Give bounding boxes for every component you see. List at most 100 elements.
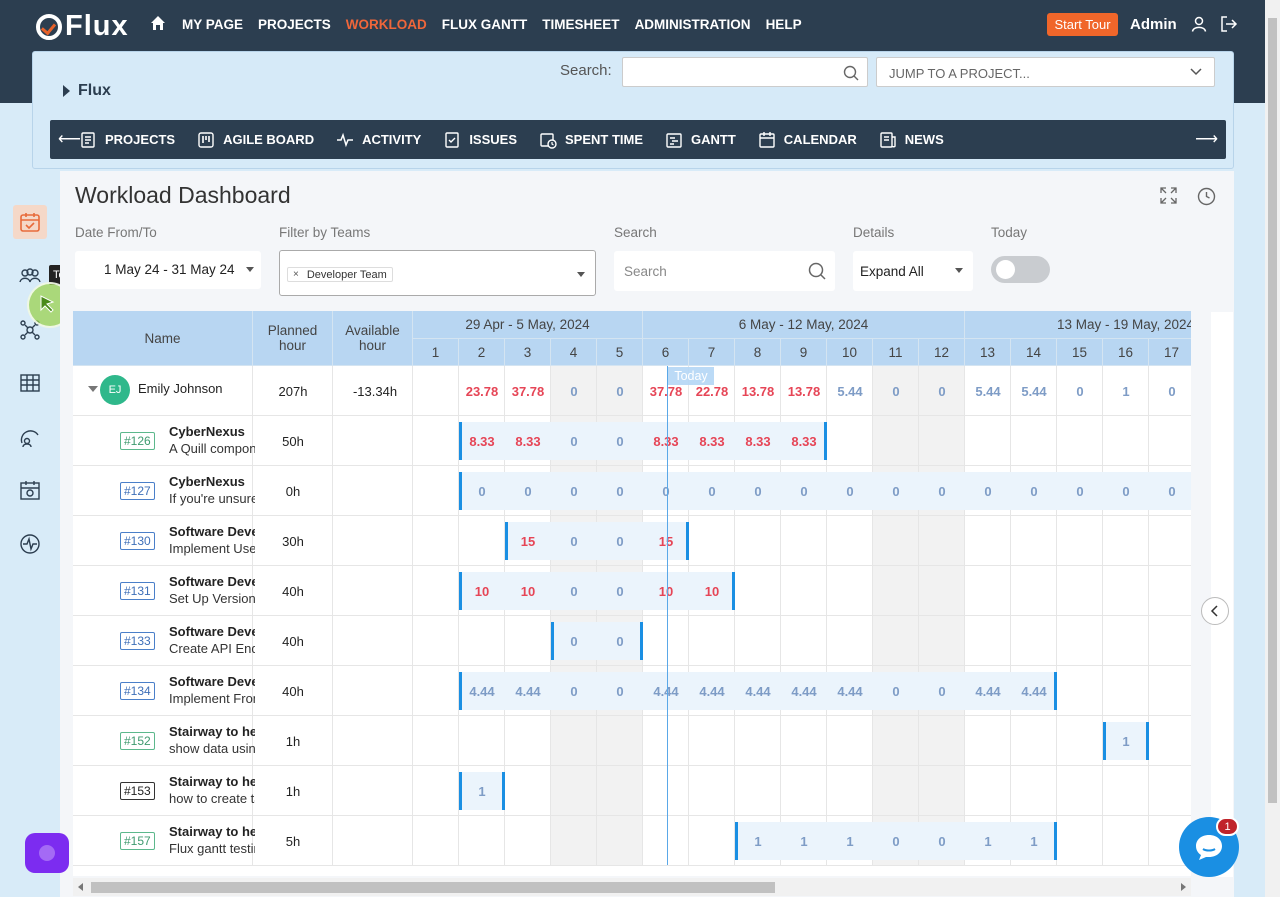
task-daily-hours: 0 bbox=[938, 833, 946, 849]
subnav-projects[interactable]: PROJECTS bbox=[79, 131, 175, 149]
collapse-arrow-icon[interactable] bbox=[88, 386, 98, 392]
performance-sidebar-button[interactable] bbox=[13, 420, 47, 454]
task-id-badge[interactable]: #157 bbox=[120, 832, 155, 850]
day-cell bbox=[965, 716, 1011, 766]
task-id-badge[interactable]: #126 bbox=[120, 432, 155, 450]
pulse-icon bbox=[20, 534, 40, 554]
project-search-input[interactable] bbox=[622, 57, 868, 87]
task-id-badge[interactable]: #127 bbox=[120, 482, 155, 500]
menu-item-help[interactable]: HELP bbox=[766, 17, 802, 32]
remove-chip-icon[interactable]: × bbox=[293, 269, 299, 280]
task-subject[interactable]: Set Up Version Control bbox=[169, 591, 255, 608]
start-tour-button[interactable]: Start Tour bbox=[1047, 13, 1118, 36]
task-subject[interactable]: how to create tasks bbox=[169, 791, 255, 808]
task-daily-hours: 15 bbox=[520, 533, 536, 549]
menu-item-flux-gantt[interactable]: FLUX GANTT bbox=[442, 17, 528, 32]
task-id-badge[interactable]: #152 bbox=[120, 732, 155, 750]
day-cell bbox=[919, 766, 965, 816]
scroll-left-icon[interactable] bbox=[78, 883, 83, 891]
scroll-left-arrow-icon[interactable]: ⟵ bbox=[58, 129, 81, 149]
caret-down-icon bbox=[577, 272, 585, 277]
column-header-name[interactable]: Name bbox=[73, 311, 253, 366]
page-scrollbar[interactable] bbox=[1265, 0, 1280, 897]
task-subject[interactable]: If you're unsure what to do bbox=[169, 491, 255, 508]
day-cell bbox=[1011, 416, 1057, 466]
activity-sidebar-button[interactable] bbox=[13, 527, 47, 561]
menu-item-my-page[interactable]: MY PAGE bbox=[182, 17, 243, 32]
task-planned-hours: 40h bbox=[282, 683, 304, 699]
scroll-thumb[interactable] bbox=[91, 882, 775, 893]
task-project-name: Software Development bbox=[169, 674, 255, 689]
day-header: 16 bbox=[1103, 339, 1149, 366]
user-icon[interactable] bbox=[1191, 16, 1207, 32]
today-toggle[interactable] bbox=[991, 256, 1050, 283]
task-daily-hours: 0 bbox=[938, 683, 946, 699]
scroll-right-arrow-icon[interactable]: ⟶ bbox=[1195, 129, 1218, 149]
search-icon[interactable] bbox=[843, 65, 859, 81]
subnav-calendar[interactable]: CALENDAR bbox=[758, 131, 857, 149]
collapse-panel-button[interactable] bbox=[1201, 597, 1229, 625]
team-chip[interactable]: × Developer Team bbox=[287, 267, 393, 282]
task-daily-hours: 0 bbox=[616, 683, 624, 699]
admin-user-link[interactable]: Admin bbox=[1130, 16, 1177, 33]
details-select[interactable]: Expand All bbox=[853, 251, 973, 291]
date-range-picker[interactable]: 1 May 24 - 31 May 24 bbox=[75, 251, 261, 289]
day-cell bbox=[1057, 766, 1103, 816]
menu-item-administration[interactable]: ADMINISTRATION bbox=[635, 17, 751, 32]
task-id-badge[interactable]: #134 bbox=[120, 682, 155, 700]
task-daily-hours: 1 bbox=[1122, 733, 1130, 749]
day-cell bbox=[689, 766, 735, 816]
reports-sidebar-button[interactable] bbox=[13, 473, 47, 507]
teams-filter-select[interactable]: × Developer Team bbox=[279, 250, 596, 296]
task-subject[interactable]: Implement Frontend bbox=[169, 691, 255, 708]
task-daily-hours: 0 bbox=[892, 833, 900, 849]
task-id-badge[interactable]: #130 bbox=[120, 532, 155, 550]
history-clock-icon[interactable] bbox=[1197, 187, 1216, 206]
task-id-badge[interactable]: #153 bbox=[120, 782, 155, 800]
subnav-news[interactable]: NEWS bbox=[879, 131, 944, 149]
subnav-spent-time[interactable]: SPENT TIME bbox=[539, 131, 643, 149]
search-icon[interactable] bbox=[808, 262, 826, 280]
task-subject[interactable]: show data using charts bbox=[169, 741, 255, 758]
project-name[interactable]: Flux bbox=[63, 82, 111, 100]
menu-item-timesheet[interactable]: TIMESHEET bbox=[542, 17, 619, 32]
subnav-issues[interactable]: ISSUES bbox=[443, 131, 517, 149]
logout-icon[interactable] bbox=[1220, 16, 1238, 32]
user-daily-hours: 1 bbox=[1122, 383, 1130, 399]
assistant-launcher-button[interactable] bbox=[25, 833, 69, 873]
user-name[interactable]: Emily Johnson bbox=[138, 381, 248, 399]
task-subject[interactable]: A Quill component for rich text bbox=[169, 441, 255, 458]
task-daily-hours: 1 bbox=[984, 833, 992, 849]
page-scroll-thumb[interactable] bbox=[1268, 18, 1277, 803]
day-cell bbox=[965, 616, 1011, 666]
flux-logo[interactable]: Flux bbox=[36, 10, 129, 43]
task-id-badge[interactable]: #133 bbox=[120, 632, 155, 650]
horizontal-scrollbar[interactable] bbox=[73, 878, 1191, 896]
home-icon[interactable] bbox=[150, 15, 166, 31]
subnav-gantt[interactable]: GANTT bbox=[665, 131, 736, 149]
workload-grid: Name Planned hour Available hour 29 Apr - 5… bbox=[73, 311, 1191, 876]
column-header-planned[interactable]: Planned hour bbox=[253, 311, 333, 366]
task-subject[interactable]: Flux gantt testing bbox=[169, 841, 255, 858]
menu-item-workload[interactable]: WORKLOAD bbox=[346, 17, 427, 32]
task-daily-hours: 0 bbox=[1122, 483, 1130, 499]
fullscreen-expand-icon[interactable] bbox=[1159, 186, 1178, 205]
column-header-available[interactable]: Available hour bbox=[333, 311, 413, 366]
subnav-agile-board[interactable]: AGILE BOARD bbox=[197, 131, 314, 149]
day-header: 6 bbox=[643, 339, 689, 366]
scroll-right-icon[interactable] bbox=[1181, 883, 1186, 891]
date-filter-label: Date From/To bbox=[75, 225, 157, 240]
menu-item-projects[interactable]: PROJECTS bbox=[258, 17, 331, 32]
dashboard-search-input[interactable]: Search bbox=[614, 251, 835, 291]
task-project-name: Software Development bbox=[169, 574, 255, 589]
task-subject[interactable]: Create API Endpoints bbox=[169, 641, 255, 658]
workload-sidebar-button[interactable] bbox=[13, 205, 47, 239]
table-sidebar-button[interactable] bbox=[13, 366, 47, 400]
task-subject[interactable]: Implement User Authentication bbox=[169, 541, 255, 558]
task-id-badge[interactable]: #131 bbox=[120, 582, 155, 600]
calendar-check-icon bbox=[20, 213, 40, 232]
jump-to-project-select[interactable]: JUMP TO A PROJECT... bbox=[876, 57, 1215, 87]
subnav-activity[interactable]: ACTIVITY bbox=[336, 131, 421, 149]
day-cell bbox=[413, 616, 459, 666]
subnav-label: GANTT bbox=[691, 132, 736, 147]
